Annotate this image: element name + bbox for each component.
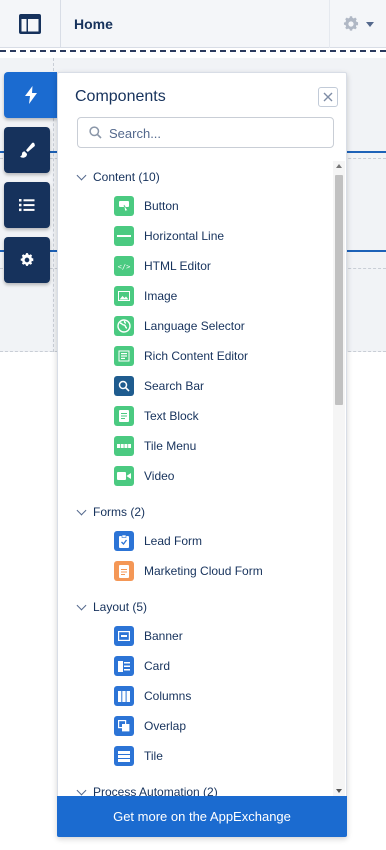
page-layout-button[interactable] — [0, 0, 61, 48]
component-item-label: Marketing Cloud Form — [144, 564, 263, 578]
component-item[interactable]: Tile — [114, 746, 163, 766]
scroll-up-arrow-icon[interactable] — [336, 164, 342, 168]
component-item-label: Button — [144, 199, 179, 213]
rich-content-icon — [114, 346, 134, 366]
components-list: Content (10) Button Horizontal Line </> HTML… — [58, 163, 330, 796]
caret-down-icon — [366, 21, 374, 27]
scroll-down-arrow-icon[interactable] — [336, 789, 342, 793]
theme-tab-button[interactable] — [4, 127, 50, 173]
search-input[interactable] — [109, 123, 324, 143]
overlap-icon — [114, 716, 134, 736]
columns-icon — [114, 686, 134, 706]
component-item-label: Rich Content Editor — [144, 349, 249, 363]
list-icon — [19, 199, 35, 212]
component-item[interactable]: Button — [114, 196, 179, 216]
svg-text:</>: </> — [118, 263, 131, 271]
page-structure-tab-button[interactable] — [4, 182, 50, 228]
components-panel: Components Content (10) Button Horizontal … — [57, 72, 347, 837]
component-item[interactable]: Banner — [114, 626, 183, 646]
component-item-label: Horizontal Line — [144, 229, 225, 243]
section-label: Content (10) — [93, 170, 160, 184]
section-header[interactable]: Forms (2) — [76, 505, 145, 519]
card-icon — [114, 656, 134, 676]
component-item[interactable]: Rich Content Editor — [114, 346, 248, 366]
component-item-label: Lead Form — [144, 534, 203, 548]
video-icon — [114, 466, 134, 486]
search-box — [77, 117, 334, 148]
component-item[interactable]: Columns — [114, 686, 191, 706]
close-icon — [323, 92, 333, 102]
section-label: Forms (2) — [93, 505, 145, 519]
component-item-label: Banner — [144, 629, 183, 643]
html-editor-icon: </> — [114, 256, 134, 276]
chevron-down-icon — [76, 600, 87, 610]
scrollbar-thumb[interactable] — [335, 175, 343, 405]
section-header[interactable]: Layout (5) — [76, 600, 147, 614]
component-item-label: Tile — [144, 749, 163, 763]
component-item[interactable]: Image — [114, 286, 177, 306]
horizontal-line-icon — [114, 226, 134, 246]
appexchange-button[interactable]: Get more on the AppExchange — [57, 796, 347, 837]
component-item-label: Tile Menu — [144, 439, 197, 453]
list-scrollbar[interactable] — [333, 161, 345, 796]
component-item-label: Text Block — [144, 409, 199, 423]
section-header[interactable]: Content (10) — [76, 170, 160, 184]
component-item[interactable]: Card — [114, 656, 170, 676]
component-item[interactable]: Tile Menu — [114, 436, 196, 456]
chevron-down-icon — [76, 170, 87, 180]
globe-icon — [114, 316, 134, 336]
lightning-icon — [24, 86, 37, 104]
component-item[interactable]: Language Selector — [114, 316, 245, 336]
brush-icon — [20, 142, 35, 158]
button-icon — [114, 196, 134, 216]
top-bar: Home — [0, 0, 386, 48]
banner-icon — [114, 626, 134, 646]
chevron-down-icon — [76, 785, 87, 795]
settings-menu-button[interactable] — [329, 0, 386, 48]
tile-menu-icon — [114, 436, 134, 456]
text-block-icon — [114, 406, 134, 426]
section-label: Process Automation (2) — [93, 785, 218, 796]
component-item[interactable]: </> HTML Editor — [114, 256, 211, 276]
section-header[interactable]: Process Automation (2) — [76, 785, 218, 796]
component-item[interactable]: Search Bar — [114, 376, 204, 396]
canvas-divider — [0, 50, 386, 52]
page-layout-icon — [19, 14, 41, 34]
page-title[interactable]: Home — [74, 16, 113, 32]
lead-form-icon — [114, 531, 134, 551]
component-item-label: Video — [144, 469, 175, 483]
component-item-label: Overlap — [144, 719, 187, 733]
chevron-down-icon — [76, 505, 87, 515]
component-item[interactable]: Video — [114, 466, 174, 486]
component-item-label: Image — [144, 289, 178, 303]
gear-icon — [20, 253, 34, 266]
search-icon — [89, 126, 102, 139]
image-icon — [114, 286, 134, 306]
gear-icon — [343, 16, 359, 31]
component-item[interactable]: Horizontal Line — [114, 226, 224, 246]
component-item[interactable]: Marketing Cloud Form — [114, 561, 263, 581]
component-item[interactable]: Text Block — [114, 406, 199, 426]
component-item-label: Card — [144, 659, 171, 673]
component-item-label: Search Bar — [144, 379, 205, 393]
settings-tab-button[interactable] — [4, 237, 50, 283]
panel-title: Components — [75, 88, 166, 105]
search-bar-icon — [114, 376, 134, 396]
component-item[interactable]: Lead Form — [114, 531, 202, 551]
component-item-label: HTML Editor — [144, 259, 211, 273]
component-item-label: Language Selector — [144, 319, 245, 333]
components-tab-button[interactable] — [4, 72, 57, 118]
component-item[interactable]: Overlap — [114, 716, 186, 736]
section-label: Layout (5) — [93, 600, 148, 614]
marketing-form-icon — [114, 561, 134, 581]
tile-icon — [114, 746, 134, 766]
component-item-label: Columns — [144, 689, 192, 703]
close-panel-button[interactable] — [318, 87, 338, 107]
